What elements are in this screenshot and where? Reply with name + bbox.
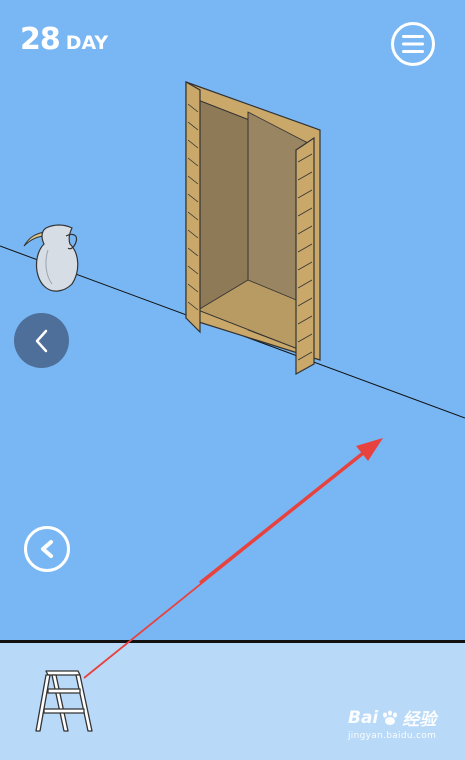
inventory-item-ladder[interactable] <box>30 667 100 737</box>
navigate-left-button[interactable] <box>14 313 69 368</box>
chevron-left-icon <box>35 329 47 352</box>
watermark-logo: Bai 经验 <box>348 707 437 731</box>
wardrobe-open[interactable] <box>185 80 321 376</box>
back-button[interactable] <box>24 526 70 572</box>
day-label: DAY <box>65 32 109 54</box>
day-number: 28 <box>20 22 61 57</box>
step-ladder-icon <box>35 670 93 732</box>
day-counter: 28 DAY <box>20 22 108 57</box>
hamburger-menu-icon <box>402 35 424 53</box>
watermark-url: jingyan.baidu.com <box>348 731 437 741</box>
paw-icon <box>383 709 398 725</box>
room-scene <box>0 80 465 419</box>
watermark: Bai 经验 jingyan.baidu.com <box>348 705 437 742</box>
inventory-bar <box>0 640 465 760</box>
menu-button[interactable] <box>391 22 435 66</box>
chevron-left-icon <box>41 540 53 558</box>
